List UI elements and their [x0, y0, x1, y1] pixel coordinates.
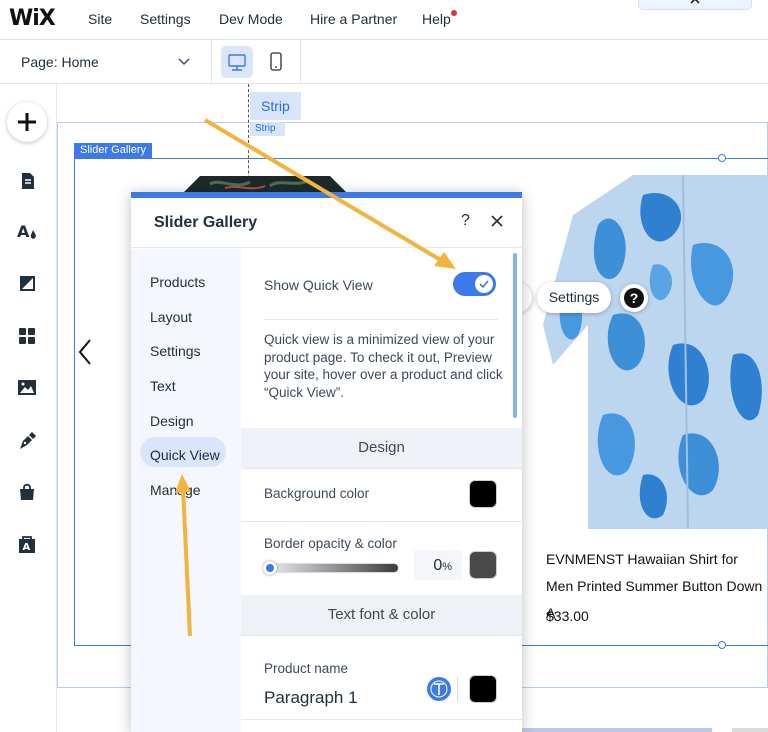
top-menu-bar: WiX Site Settings Dev Mode Hire a Partne… — [0, 0, 768, 40]
image-edit-icon[interactable] — [16, 273, 38, 295]
svg-text:A: A — [17, 222, 30, 241]
apps-icon[interactable] — [16, 325, 38, 347]
panel-header[interactable]: Slider Gallery ? — [131, 198, 522, 248]
mobile-view-button[interactable] — [261, 46, 291, 78]
svg-text:A: A — [23, 542, 31, 553]
menu-site[interactable]: Site — [88, 11, 112, 27]
product-image[interactable] — [543, 175, 768, 529]
chevron-down-icon — [178, 58, 190, 66]
text-theme-icon[interactable] — [427, 677, 451, 701]
divider — [300, 40, 301, 84]
product-name-label: Product name — [264, 661, 349, 676]
mobile-icon — [270, 52, 282, 71]
show-quick-view-label: Show Quick View — [264, 277, 373, 293]
panel-scrollbar[interactable] — [513, 253, 517, 418]
border-color-swatch[interactable] — [469, 551, 497, 579]
divider — [241, 635, 522, 636]
page-toolbar: Page: Home — [0, 40, 768, 84]
nav-item-manage[interactable]: Manage — [150, 482, 201, 498]
nav-item-design[interactable]: Design — [150, 413, 194, 429]
border-opacity-slider[interactable] — [265, 563, 399, 573]
nav-item-products[interactable]: Products — [150, 274, 205, 290]
pages-icon[interactable] — [16, 170, 38, 192]
border-opacity-label: Border opacity & color — [264, 536, 397, 551]
help-button[interactable]: ? — [620, 284, 648, 312]
divider — [241, 468, 522, 469]
desktop-icon — [228, 54, 246, 71]
page-selector-label: Page: Home — [21, 54, 99, 70]
left-toolbar: A A — [0, 84, 57, 732]
checkmark-icon — [479, 280, 489, 289]
menu-settings[interactable]: Settings — [140, 11, 191, 27]
slider-handle[interactable] — [263, 561, 277, 575]
nav-item-layout[interactable]: Layout — [150, 309, 192, 325]
bottom-strip — [520, 728, 712, 732]
border-opacity-unit: % — [442, 561, 452, 573]
border-opacity-value: 0 — [433, 557, 443, 574]
panel-help-button[interactable]: ? — [461, 212, 470, 230]
notification-dot — [451, 10, 457, 16]
toggle-knob — [475, 275, 493, 293]
chevron-up-icon — [690, 0, 700, 4]
menu-hire-a-partner[interactable]: Hire a Partner — [310, 11, 397, 27]
divider — [264, 319, 498, 320]
wix-logo[interactable]: WiX — [9, 6, 56, 31]
nav-item-quick-view[interactable]: Quick View — [150, 447, 220, 463]
background-color-label: Background color — [264, 486, 370, 501]
page-name: Home — [61, 54, 99, 70]
strip-sublabel: Strip — [250, 122, 285, 136]
page-prefix: Page: — [21, 54, 58, 70]
add-elements-button[interactable] — [7, 102, 47, 142]
add-icon — [18, 113, 36, 131]
border-opacity-input[interactable]: 0% — [414, 550, 462, 580]
show-quick-view-toggle[interactable] — [453, 272, 496, 296]
bottom-strip — [732, 728, 768, 732]
menu-help[interactable]: Help — [422, 11, 451, 27]
chevron-left-icon[interactable] — [77, 338, 93, 366]
store-icon[interactable] — [16, 481, 38, 503]
settings-button[interactable]: Settings — [537, 282, 611, 313]
slider-gallery-tag[interactable]: Slider Gallery — [74, 143, 153, 158]
page-selector[interactable]: Page: Home — [0, 40, 212, 84]
app-market-icon[interactable]: A — [16, 533, 38, 555]
quick-view-description: Quick view is a minimized view of your p… — [264, 332, 503, 400]
panel-content: Show Quick View Quick view is a minimize… — [241, 249, 522, 732]
desktop-view-button[interactable] — [221, 46, 253, 78]
divider — [457, 677, 458, 701]
menu-dev-mode[interactable]: Dev Mode — [219, 11, 283, 27]
text-font-section-header: Text font & color — [241, 595, 522, 635]
panel-nav: Products Layout Settings Text Design Qui… — [131, 249, 241, 732]
panel-title: Slider Gallery — [154, 214, 258, 231]
close-icon[interactable] — [490, 214, 504, 228]
resize-handle[interactable] — [718, 641, 726, 649]
nav-item-text[interactable]: Text — [150, 378, 176, 394]
product-price: $33.00 — [546, 608, 589, 624]
background-color-swatch[interactable] — [469, 480, 497, 508]
pen-icon[interactable] — [16, 430, 38, 452]
divider — [241, 719, 522, 720]
resize-handle[interactable] — [718, 154, 726, 162]
product-name-color-swatch[interactable] — [469, 675, 497, 703]
slider-gallery-settings-panel: Slider Gallery ? Products Layout Setting… — [131, 192, 522, 732]
nav-item-settings[interactable]: Settings — [150, 343, 201, 359]
divider — [241, 521, 522, 522]
design-icon[interactable]: A — [16, 220, 38, 242]
top-right-button[interactable] — [638, 0, 752, 10]
product-name-font-value[interactable]: Paragraph 1 — [264, 688, 358, 708]
media-icon[interactable] — [16, 377, 38, 399]
help-icon: ? — [624, 288, 644, 308]
strip-tag[interactable]: Strip — [250, 92, 301, 120]
design-section-header: Design — [241, 428, 522, 468]
